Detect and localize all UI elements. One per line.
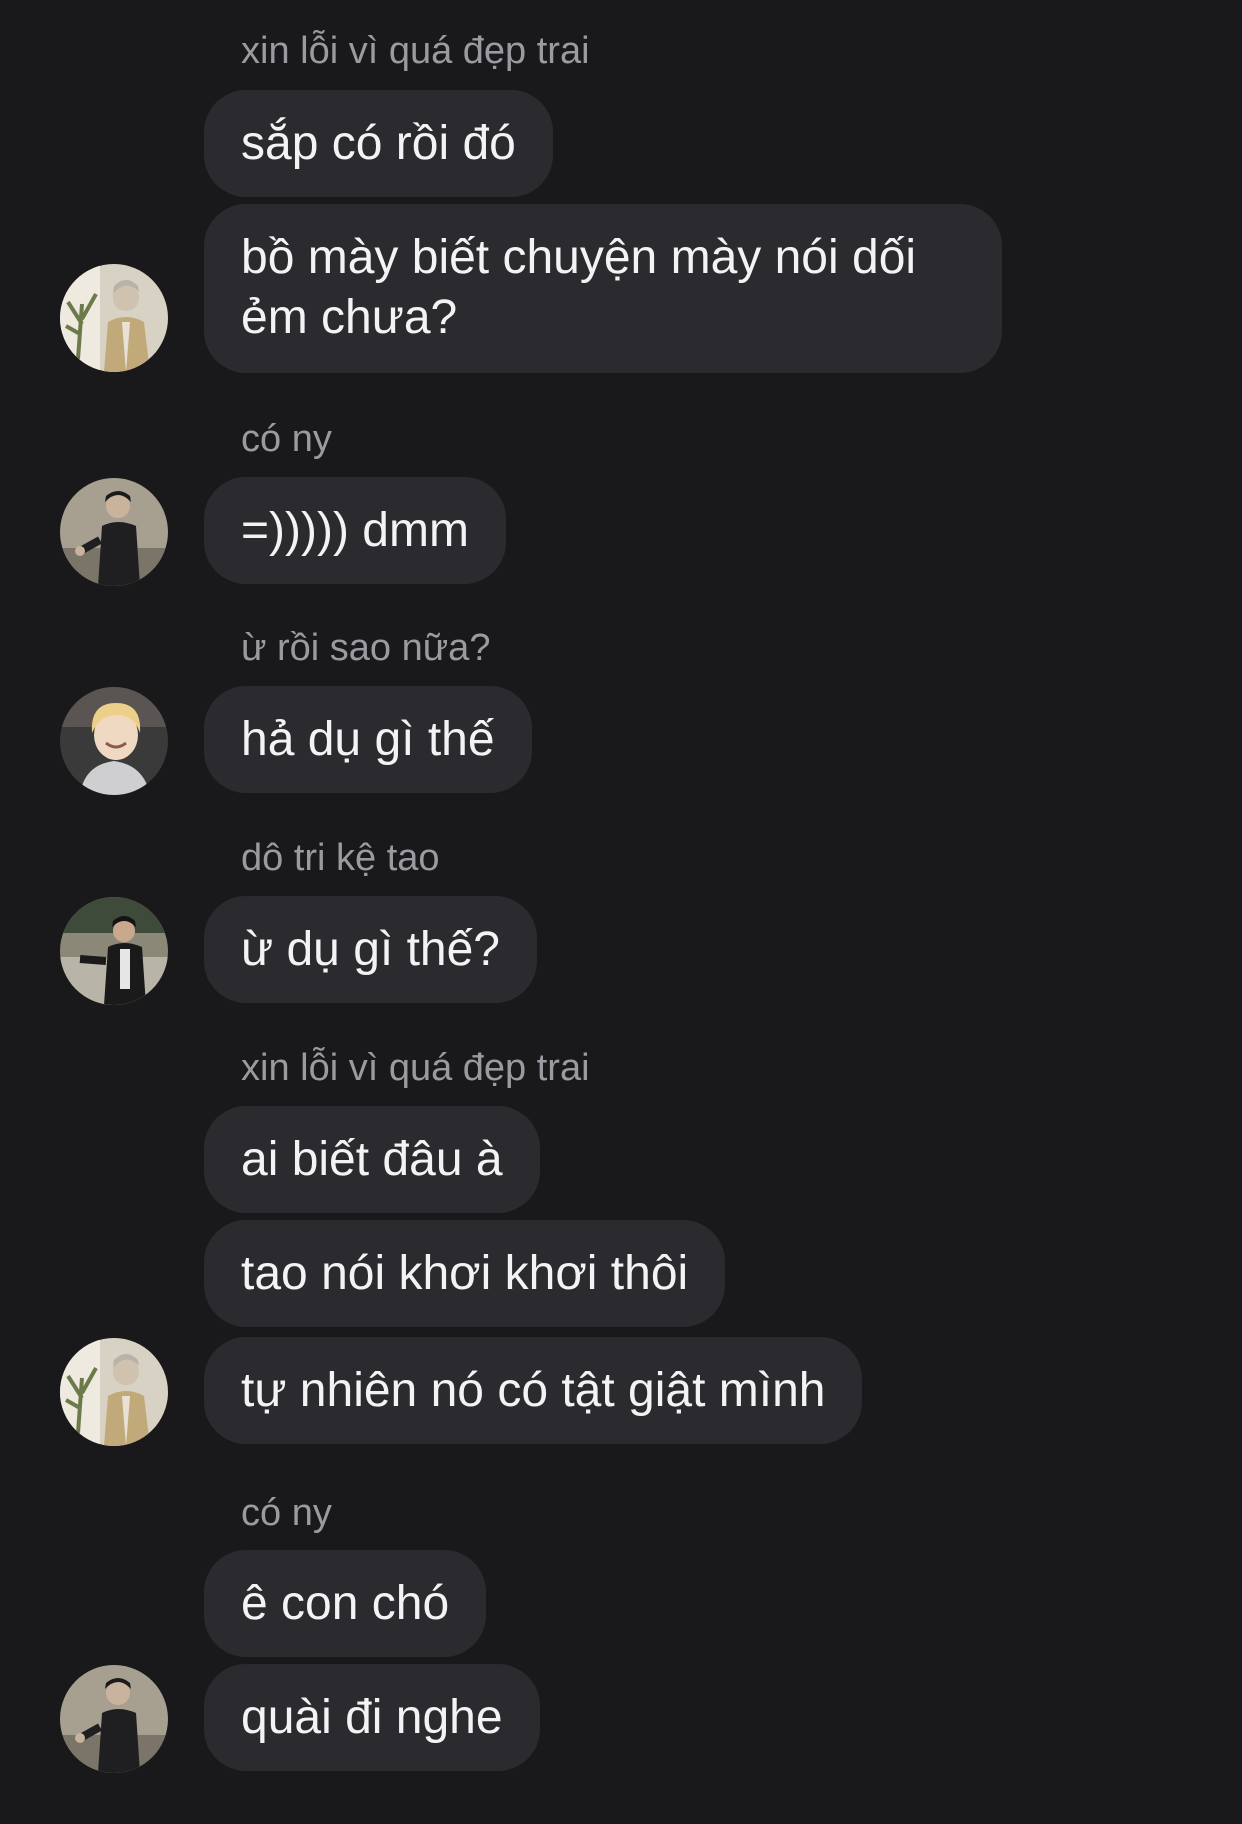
message-bubble[interactable]: ừ dụ gì thế? (204, 896, 537, 1003)
message-bubble[interactable]: tao nói khơi khơi thôi (204, 1220, 726, 1327)
sender-name: dô tri kệ tao (241, 837, 440, 879)
avatar-man-with-plant-icon[interactable] (60, 1338, 168, 1446)
message-bubble[interactable]: bồ mày biết chuyện mày nói dối ẻm chưa? (204, 204, 1002, 373)
sender-name: có ny (241, 1492, 332, 1534)
avatar-man-dark-suit-icon[interactable] (60, 1665, 168, 1773)
message-bubble[interactable]: hả dụ gì thế (204, 686, 532, 793)
avatar-man-dark-suit-icon[interactable] (60, 478, 168, 586)
message-bubble[interactable]: tự nhiên nó có tật giật mình (204, 1337, 863, 1444)
chat-thread: xin lỗi vì quá đẹp trai sắp có rồi đó bồ… (0, 0, 1242, 1824)
sender-name: xin lỗi vì quá đẹp trai (241, 1047, 590, 1089)
avatar-man-with-plant-icon[interactable] (60, 264, 168, 372)
message-bubble[interactable]: ai biết đâu à (204, 1106, 540, 1213)
sender-name: có ny (241, 418, 332, 460)
avatar-man-dark-jacket-icon[interactable] (60, 897, 168, 1005)
message-bubble[interactable]: sắp có rồi đó (204, 90, 553, 197)
sender-name: ừ rồi sao nữa? (241, 627, 491, 669)
sender-name: xin lỗi vì quá đẹp trai (241, 30, 590, 72)
message-bubble[interactable]: ê con chó (204, 1550, 487, 1657)
message-bubble[interactable]: quài đi nghe (204, 1664, 540, 1771)
message-bubble[interactable]: =))))) dmm (204, 477, 506, 584)
avatar-blonde-smiling-icon[interactable] (60, 687, 168, 795)
